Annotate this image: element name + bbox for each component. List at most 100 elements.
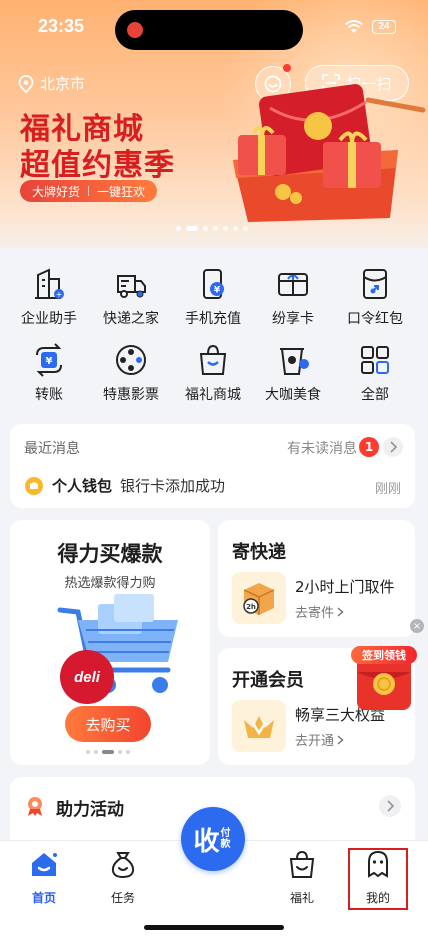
page-dot <box>86 750 90 754</box>
grid-item-transfer[interactable]: ¥ 转账 <box>6 340 92 404</box>
page-dot <box>118 750 122 754</box>
coffee-cup-icon <box>280 348 309 375</box>
grid-item-enterprise-assistant[interactable]: + 企业助手 <box>6 264 92 328</box>
grid-label: 转账 <box>35 387 63 403</box>
express-main-text: 2小时上门取件 <box>295 578 395 596</box>
unread-count-badge: 1 <box>359 437 379 457</box>
grid-item-red-envelope[interactable]: 口令红包 <box>332 264 418 328</box>
tab-home[interactable]: 首页 <box>9 849 79 906</box>
message-time: 刚刚 <box>374 482 401 497</box>
grid-label: 福礼商城 <box>185 387 241 403</box>
wallet-icon <box>25 476 43 495</box>
message-source: 个人钱包 <box>52 477 113 495</box>
banner-tag-right: 一键狂欢 <box>97 184 146 199</box>
collect-sub-label: 付款 <box>220 828 231 850</box>
shopping-bag-icon <box>199 344 227 375</box>
unread-label: 有未读消息 <box>287 441 357 457</box>
recent-messages-card[interactable]: 最近消息 有未读消息 1 个人钱包 银行卡添加成功 刚刚 <box>10 424 415 508</box>
location-selector[interactable]: 北京市 <box>18 73 85 94</box>
grid-label: 纷享卡 <box>272 311 314 327</box>
page-dot-active <box>186 226 198 231</box>
deli-promo-card[interactable]: 得力买爆款 热选爆款得力购 deli 去购买 <box>10 520 210 765</box>
parcel-box-icon: 2h <box>232 572 286 624</box>
phone-recharge-icon: ¥ <box>203 269 224 299</box>
express-link[interactable]: 去寄件 <box>295 602 344 621</box>
grid-item-phone-recharge[interactable]: ¥ 手机充值 <box>170 264 256 328</box>
grid-label: 大咖美食 <box>265 387 321 403</box>
page-dot <box>203 226 208 231</box>
location-text: 北京市 <box>40 75 86 93</box>
banner-title-line2: 超值约惠季 <box>20 148 175 183</box>
gift-cart-illustration <box>233 84 426 222</box>
page-dot <box>243 226 248 231</box>
tag-divider <box>88 186 90 196</box>
deli-subtitle: 热选爆款得力购 <box>64 576 156 591</box>
express-badge: 2h <box>246 603 256 611</box>
grid-label: 口令红包 <box>347 311 403 327</box>
tab-label: 任务 <box>110 891 135 905</box>
dynamic-island <box>115 10 303 50</box>
page-dot <box>223 226 228 231</box>
tab-welfare[interactable]: 福礼 <box>267 849 337 906</box>
grid-item-gift-card[interactable]: 纷享卡 <box>250 264 336 328</box>
notification-dot <box>283 64 291 72</box>
service-grid: + 企业助手 快递之家 ¥ 手机充值 纷享卡 口令红包 ¥ 转账 特惠影票 福礼… <box>0 250 428 410</box>
chevron-right-icon[interactable] <box>379 795 401 817</box>
message-item[interactable]: 个人钱包 银行卡添加成功 <box>24 475 225 496</box>
express-link-label: 去寄件 <box>295 606 335 621</box>
collect-payment-button[interactable]: 收 付款 <box>181 807 245 871</box>
gift-card-icon <box>278 273 308 296</box>
banner-tag-left: 大牌好货 <box>32 184 81 199</box>
delivery-truck-icon <box>117 275 146 298</box>
banner-tag-pill: 大牌好货 一键狂欢 <box>20 180 158 202</box>
checkin-label: 签到领钱 <box>351 646 417 664</box>
gift-bag-icon <box>289 850 315 878</box>
activity-badge-icon <box>28 797 42 816</box>
page-dot <box>233 226 238 231</box>
page-dot <box>126 750 130 754</box>
chevron-right-icon <box>337 734 344 745</box>
messages-title: 最近消息 <box>24 441 80 457</box>
location-pin-icon <box>18 74 34 93</box>
transfer-icon: ¥ <box>36 343 62 377</box>
status-bar: 23:35 24 <box>0 0 428 56</box>
svg-text:¥: ¥ <box>46 356 53 367</box>
grid-label: 全部 <box>361 387 389 403</box>
vip-crown-icon <box>232 700 286 752</box>
grid-label: 手机充值 <box>185 311 241 327</box>
page-dot <box>94 750 98 754</box>
grid-item-gift-mall[interactable]: 福礼商城 <box>170 340 256 404</box>
recording-dot-icon <box>127 22 143 38</box>
battery-icon: 24 <box>372 20 396 34</box>
grid-item-movie-tickets[interactable]: 特惠影票 <box>88 340 174 404</box>
tab-label: 首页 <box>31 891 56 905</box>
film-reel-icon <box>116 345 146 375</box>
page-dot <box>213 226 218 231</box>
grid-item-all[interactable]: 全部 <box>332 340 418 404</box>
member-link-label: 去开通 <box>295 734 335 749</box>
home-indicator <box>144 925 284 930</box>
hero-banner[interactable]: 23:35 24 北京市 扫一扫 福礼商城 超值约惠季 大牌好货 一键狂欢 <box>0 0 428 248</box>
home-icon <box>32 853 57 876</box>
grid-label: 快递之家 <box>103 311 159 327</box>
svg-text:¥: ¥ <box>214 286 221 296</box>
tab-label: 福礼 <box>289 891 314 905</box>
page-dot <box>176 226 181 231</box>
tab-tasks[interactable]: 任务 <box>88 849 158 906</box>
checkin-floating-widget[interactable]: 签到领钱 <box>349 638 419 714</box>
buy-now-button[interactable]: 去购买 <box>65 706 151 742</box>
page-dot-active <box>102 750 114 754</box>
svg-text:+: + <box>56 290 63 299</box>
express-card[interactable]: 寄快递 2h 2小时上门取件 去寄件 <box>218 520 415 637</box>
grid-item-gourmet[interactable]: 大咖美食 <box>250 340 336 404</box>
member-link[interactable]: 去开通 <box>295 730 344 749</box>
wifi-icon <box>344 20 364 33</box>
close-icon[interactable]: × <box>410 619 424 633</box>
grid-label: 企业助手 <box>21 311 77 327</box>
grid-item-express-home[interactable]: 快递之家 <box>88 264 174 328</box>
grid-label: 特惠影票 <box>103 387 159 403</box>
express-title: 寄快递 <box>232 542 286 563</box>
assist-title: 助力活动 <box>56 800 124 820</box>
chevron-right-icon[interactable] <box>383 437 403 457</box>
money-bag-icon <box>111 852 135 879</box>
